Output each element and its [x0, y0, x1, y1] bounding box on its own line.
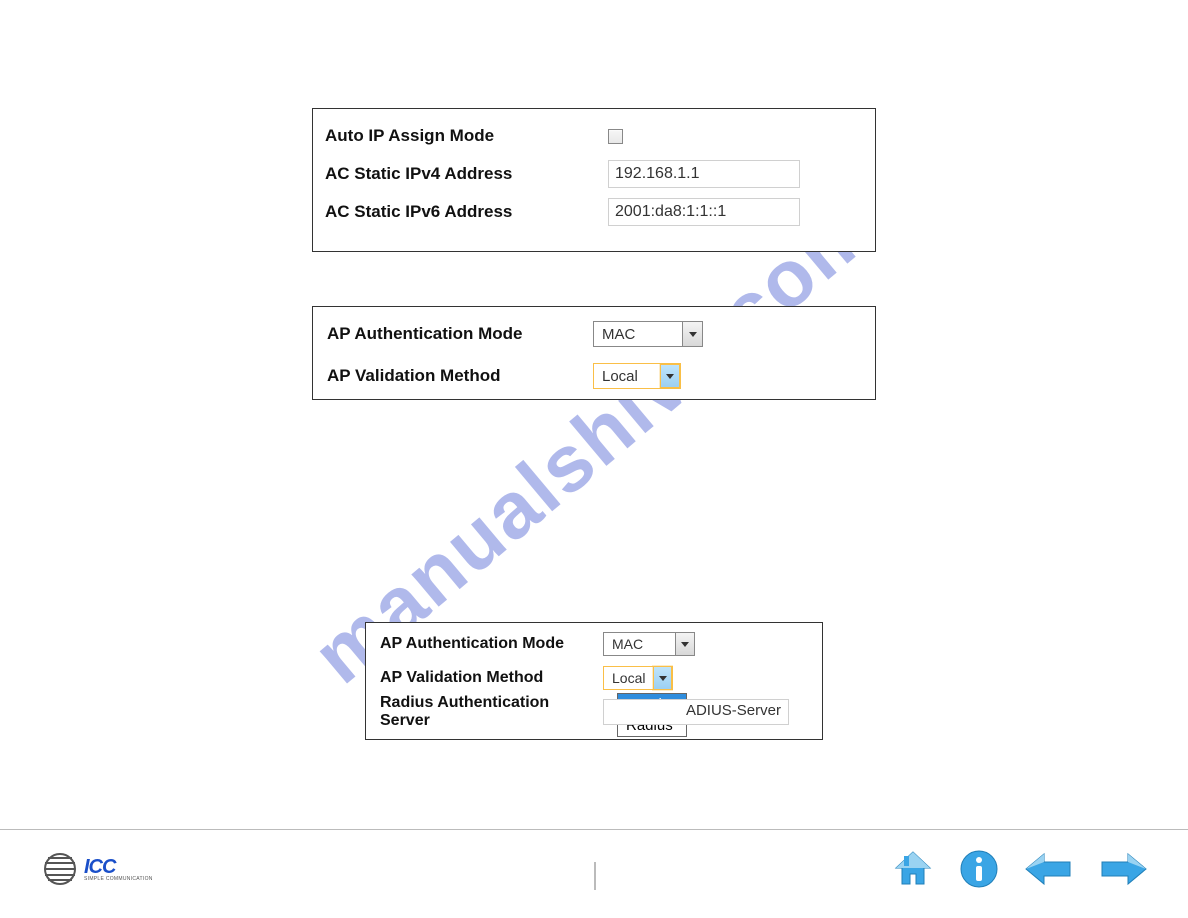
brand-subtitle: SIMPLE COMMUNICATION [84, 877, 153, 882]
ipv4-address-label: AC Static IPv4 Address [313, 164, 608, 184]
auto-ip-checkbox[interactable] [608, 129, 623, 144]
ipv6-address-label: AC Static IPv6 Address [313, 202, 608, 222]
auth-mode-select[interactable]: MAC [603, 632, 695, 656]
validation-method-label: AP Validation Method [313, 366, 593, 386]
home-icon[interactable] [892, 848, 934, 890]
auth-mode-label: AP Authentication Mode [313, 324, 593, 344]
globe-icon [44, 853, 76, 885]
chevron-down-icon[interactable] [660, 364, 680, 388]
previous-icon[interactable] [1024, 850, 1074, 888]
next-icon[interactable] [1098, 850, 1148, 888]
auth-mode-select[interactable]: MAC [593, 321, 703, 347]
chevron-down-icon[interactable] [675, 633, 695, 655]
page-separator-icon [594, 862, 596, 890]
ip-config-panel: Auto IP Assign Mode AC Static IPv4 Addre… [312, 108, 876, 252]
auth-mode-value: MAC [604, 633, 675, 655]
info-icon[interactable] [958, 848, 1000, 890]
brand-name: ICC [84, 857, 153, 877]
auth-mode-label: AP Authentication Mode [366, 635, 603, 653]
ap-auth-panel: AP Authentication Mode MAC AP Validation… [312, 306, 876, 400]
auth-mode-value: MAC [594, 322, 682, 346]
footer-bar: ICC SIMPLE COMMUNICATION [0, 829, 1188, 918]
validation-method-label: AP Validation Method [366, 669, 603, 687]
chevron-down-icon[interactable] [682, 322, 702, 346]
radius-server-label: Radius Authentication Server [366, 694, 603, 730]
ipv4-address-input[interactable] [608, 160, 800, 188]
validation-method-select[interactable]: Local [603, 666, 673, 690]
validation-method-value: Local [604, 667, 653, 689]
validation-method-select[interactable]: Local [593, 363, 681, 389]
auto-ip-label: Auto IP Assign Mode [313, 126, 608, 146]
ap-auth-panel-expanded: AP Authentication Mode MAC AP Validation… [365, 622, 823, 740]
radius-server-visible-text: ADIUS-Server [686, 702, 781, 719]
brand-logo: ICC SIMPLE COMMUNICATION [44, 853, 153, 885]
validation-method-value: Local [594, 364, 660, 388]
chevron-down-icon[interactable] [653, 666, 672, 690]
ipv6-address-input[interactable] [608, 198, 800, 226]
